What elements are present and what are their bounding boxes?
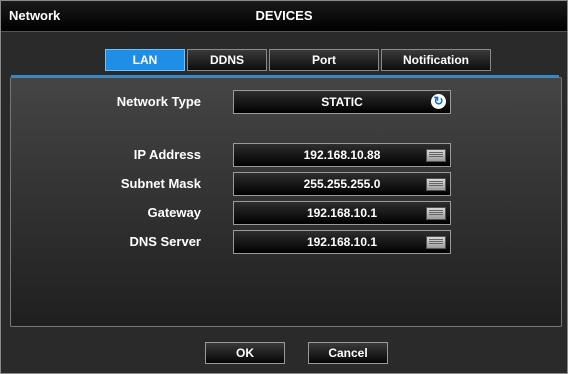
dns-server-field[interactable]: 192.168.10.1 bbox=[233, 230, 451, 254]
window-title: DEVICES bbox=[255, 8, 313, 23]
devices-window: Network DEVICES LAN DDNS Port Notificati… bbox=[0, 0, 568, 374]
network-type-label: Network Type bbox=[116, 94, 201, 109]
tab-ddns[interactable]: DDNS bbox=[187, 49, 267, 71]
ip-address-value: 192.168.10.88 bbox=[303, 148, 381, 162]
tab-bar: LAN DDNS Port Notification bbox=[1, 49, 567, 73]
subnet-mask-field[interactable]: 255.255.255.0 bbox=[233, 172, 451, 196]
keyboard-icon[interactable] bbox=[426, 149, 446, 162]
network-type-select[interactable]: STATIC ↻ bbox=[233, 90, 451, 114]
network-type-value: STATIC bbox=[321, 95, 363, 109]
keyboard-icon[interactable] bbox=[426, 207, 446, 220]
keyboard-icon[interactable] bbox=[426, 236, 446, 249]
gateway-field[interactable]: 192.168.10.1 bbox=[233, 201, 451, 225]
title-bar: Network DEVICES bbox=[1, 1, 567, 32]
keyboard-icon[interactable] bbox=[426, 178, 446, 191]
subnet-mask-label: Subnet Mask bbox=[120, 176, 201, 191]
gateway-value: 192.168.10.1 bbox=[306, 206, 378, 220]
cancel-button[interactable]: Cancel bbox=[308, 342, 388, 364]
tab-lan[interactable]: LAN bbox=[105, 49, 185, 71]
dns-server-label: DNS Server bbox=[129, 234, 201, 249]
dns-server-value: 192.168.10.1 bbox=[306, 235, 378, 249]
ip-address-label: IP Address bbox=[133, 147, 201, 162]
tab-notification[interactable]: Notification bbox=[381, 49, 491, 71]
refresh-icon[interactable]: ↻ bbox=[431, 94, 446, 109]
subnet-mask-value: 255.255.255.0 bbox=[303, 177, 381, 191]
gateway-label: Gateway bbox=[147, 205, 201, 220]
ip-address-field[interactable]: 192.168.10.88 bbox=[233, 143, 451, 167]
tab-port[interactable]: Port bbox=[269, 49, 379, 71]
ok-button[interactable]: OK bbox=[205, 342, 285, 364]
